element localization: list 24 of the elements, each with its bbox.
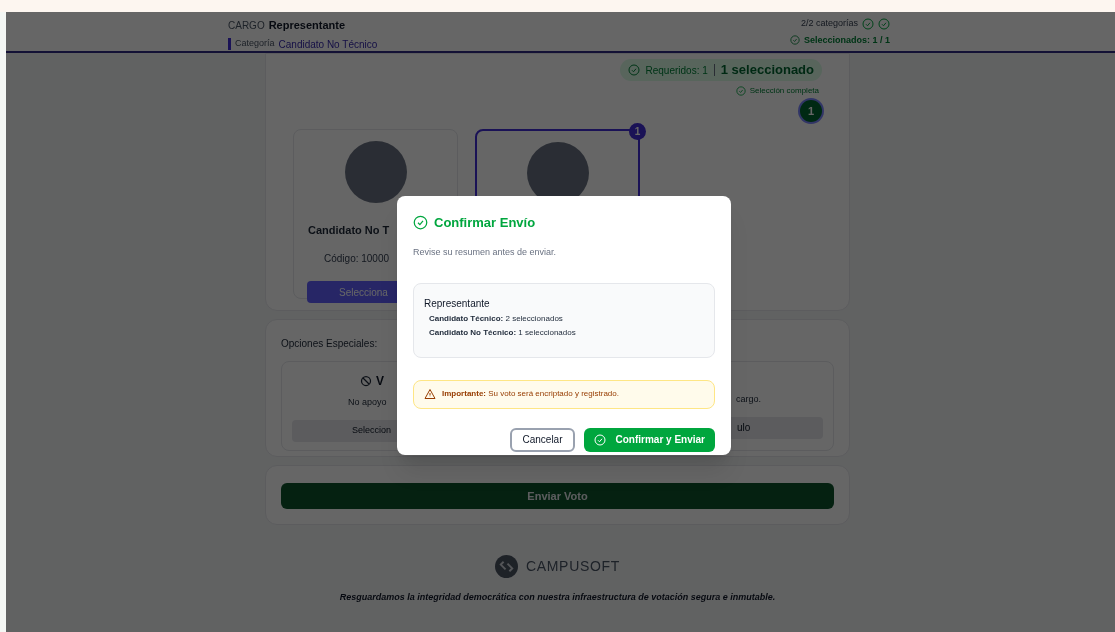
selected-count: Seleccionados: 1 / 1	[803, 33, 890, 47]
footer-tagline: Resguardamos la integridad democrática con nuestra infraestructura de votación segura e inmutable.	[339, 591, 776, 604]
category-name: Candidato No Técnico	[278, 37, 378, 52]
cargo-name: Representante	[268, 18, 346, 33]
option-title: V	[376, 373, 384, 390]
selection-badge: 1	[629, 123, 646, 140]
category-label: Categoría	[235, 37, 275, 51]
summary-line: Candidato Técnico: 2 seleccionados	[428, 312, 564, 325]
summary-line: Candidato No Técnico: 1 seleccionados	[428, 326, 577, 339]
dialog-title: Confirmar Envío	[434, 214, 536, 232]
brand-name: CAMPUSOFT	[525, 557, 621, 576]
option-description: No apoyo	[347, 396, 388, 409]
cargo-label: CARGO	[228, 19, 265, 33]
candidate-name: Candidato No T	[308, 224, 390, 236]
candidate-code: Código: 10000	[324, 253, 390, 264]
warning-text: Importante: Su voto será encriptado y registrado.	[442, 388, 619, 400]
option-description: cargo.	[736, 393, 762, 406]
summary-position: Representante	[424, 296, 491, 311]
categories-count: 2/2 categorías	[800, 17, 858, 30]
special-options-title: Opciones Especiales:	[281, 338, 378, 349]
selected-total: 1 seleccionado	[720, 61, 814, 80]
selection-status: Selección completa	[749, 85, 819, 97]
dialog-subtitle: Revise su resumen antes de enviar.	[413, 246, 557, 257]
required-count: Requeridos: 1	[645, 63, 708, 78]
